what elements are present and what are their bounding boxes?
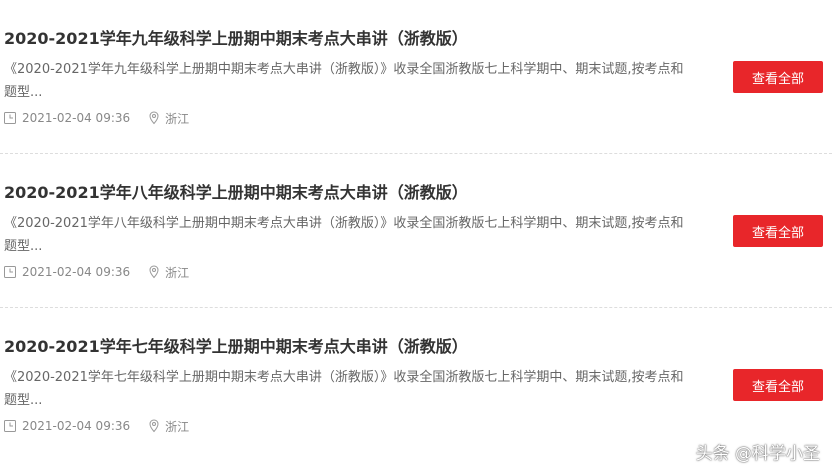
article-description: 《2020-2021学年九年级科学上册期中期末考点大串讲（浙教版）》收录全国浙教…	[4, 62, 684, 100]
location-pin-icon	[149, 419, 159, 433]
publish-date: 2021-02-04 09:36	[22, 111, 131, 125]
view-all-button[interactable]: 查看全部	[733, 369, 823, 401]
article-title[interactable]: 2020-2021学年八年级科学上册期中期末考点大串讲（浙教版）	[4, 179, 468, 203]
publish-date: 2021-02-04 09:36	[22, 419, 131, 433]
clock-icon	[4, 112, 16, 124]
list-item: 2020-2021学年九年级科学上册期中期末考点大串讲（浙教版） 《2020-2…	[0, 0, 832, 154]
location: 浙江	[165, 419, 190, 434]
watermark: 头条 @科学小圣	[695, 444, 820, 464]
article-title[interactable]: 2020-2021学年九年级科学上册期中期末考点大串讲（浙教版）	[4, 25, 468, 49]
article-list: 2020-2021学年九年级科学上册期中期末考点大串讲（浙教版） 《2020-2…	[0, 0, 832, 472]
list-item: 2020-2021学年八年级科学上册期中期末考点大串讲（浙教版） 《2020-2…	[0, 154, 832, 308]
clock-icon	[4, 266, 16, 278]
article-meta: 2021-02-04 09:36 浙江	[4, 110, 189, 126]
location: 浙江	[165, 265, 190, 280]
publish-date: 2021-02-04 09:36	[22, 265, 131, 279]
article-meta: 2021-02-04 09:36 浙江	[4, 264, 189, 280]
article-title[interactable]: 2020-2021学年七年级科学上册期中期末考点大串讲（浙教版）	[4, 333, 468, 357]
view-all-button[interactable]: 查看全部	[733, 61, 823, 93]
location: 浙江	[165, 111, 190, 126]
location-pin-icon	[149, 265, 159, 279]
location-pin-icon	[149, 111, 159, 125]
article-description: 《2020-2021学年八年级科学上册期中期末考点大串讲（浙教版）》收录全国浙教…	[4, 216, 684, 254]
clock-icon	[4, 420, 16, 432]
article-description: 《2020-2021学年七年级科学上册期中期末考点大串讲（浙教版）》收录全国浙教…	[4, 370, 684, 408]
article-meta: 2021-02-04 09:36 浙江	[4, 418, 189, 434]
view-all-button[interactable]: 查看全部	[733, 215, 823, 247]
